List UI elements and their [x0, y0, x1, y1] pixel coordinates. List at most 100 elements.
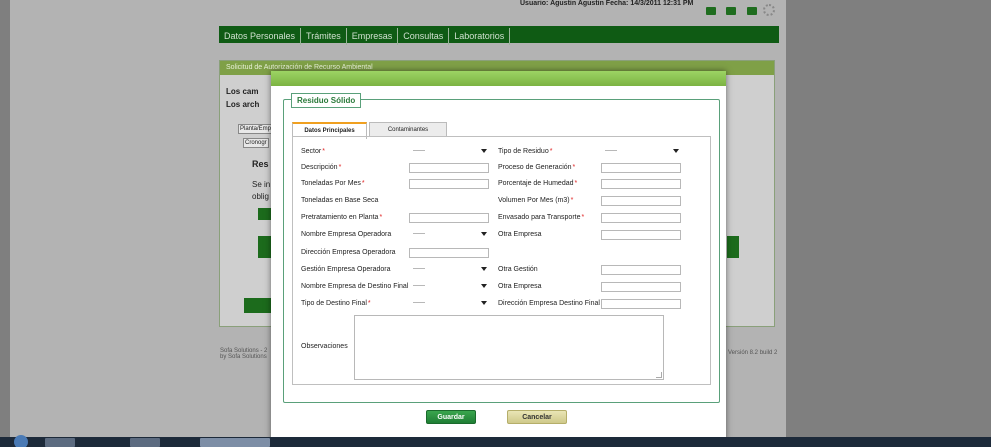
left-field-label: Sector* — [301, 148, 325, 155]
right-text-input[interactable] — [601, 179, 681, 189]
required-marker: * — [367, 300, 371, 307]
select-value: ------ — [605, 148, 617, 154]
dropdown-arrow-icon[interactable] — [481, 232, 487, 236]
select-value: ------ — [413, 148, 425, 154]
background-button-2 — [258, 236, 271, 258]
right-select[interactable]: ------ — [601, 147, 681, 157]
field-label-text: Otra Gestión — [498, 266, 538, 273]
left-field-label: Nombre Empresa Operadora — [301, 231, 391, 238]
field-label-text: Descripción — [301, 164, 338, 171]
left-field-label: Descripción* — [301, 164, 341, 171]
fieldset-title: Residuo Sólido — [291, 93, 362, 108]
field-label-text: Proceso de Generación — [498, 164, 572, 171]
field-label-text: Envasado para Transporte — [498, 214, 581, 221]
nav-consultas[interactable]: Consultas — [398, 28, 450, 45]
right-text-input[interactable] — [601, 196, 681, 206]
observations-textarea[interactable] — [354, 315, 664, 380]
right-field-label: Proceso de Generación* — [498, 164, 575, 171]
nav-tramites[interactable]: Trámites — [301, 28, 347, 45]
loading-spinner-icon — [763, 4, 775, 16]
left-select[interactable]: ------ — [409, 230, 489, 240]
background-button-1 — [258, 208, 271, 220]
field-label-text: Pretratamiento en Planta — [301, 214, 379, 221]
left-field-label: Pretratamiento en Planta* — [301, 214, 382, 221]
dropdown-arrow-icon[interactable] — [481, 267, 487, 271]
left-field-label: Gestión Empresa Operadora — [301, 266, 391, 273]
left-text-input[interactable] — [409, 179, 489, 189]
user-info: Usuario: Agustin Agustin Fecha: 14/3/201… — [520, 0, 694, 7]
left-text-input[interactable] — [409, 213, 489, 223]
field-label-text: Tipo de Residuo — [498, 148, 549, 155]
taskbar-item[interactable] — [45, 438, 75, 447]
background-button-3 — [727, 236, 739, 258]
background-sub-text-1: Se in — [252, 180, 271, 189]
select-value: ------ — [413, 266, 425, 272]
left-field-label: Toneladas Por Mes* — [301, 180, 365, 187]
start-button-icon[interactable] — [14, 435, 28, 447]
required-marker: * — [572, 164, 576, 171]
left-field-label: Nombre Empresa de Destino Final — [301, 283, 408, 290]
nav-empresas[interactable]: Empresas — [347, 28, 399, 45]
nav-laboratorios[interactable]: Laboratorios — [449, 28, 511, 45]
dropdown-arrow-icon[interactable] — [481, 149, 487, 153]
background-footer-left: Sofa Solutions - 2 by Sofa Solutions — [220, 348, 268, 360]
left-select[interactable]: ------ — [409, 299, 489, 309]
taskbar — [0, 435, 991, 447]
field-label-text: Dirección Empresa Destino Final — [498, 300, 600, 307]
required-marker: * — [361, 180, 365, 187]
right-field-label: Otra Gestión — [498, 266, 538, 273]
right-text-input[interactable] — [601, 163, 681, 173]
right-field-label: Volumen Por Mes (m3)* — [498, 197, 573, 204]
left-text-input[interactable] — [409, 248, 489, 258]
background-text-2: Los arch — [226, 100, 260, 109]
mail-icon[interactable] — [726, 7, 737, 15]
background-tab-2[interactable]: Cronogr — [243, 138, 269, 148]
right-field-label: Dirección Empresa Destino Final — [498, 300, 600, 307]
background-tab-1[interactable]: Planta/Emp — [238, 124, 274, 134]
field-label-text: Otra Empresa — [498, 231, 542, 238]
required-marker: * — [574, 180, 578, 187]
background-text-1: Los cam — [226, 87, 259, 96]
nav-datos-personales[interactable]: Datos Personales — [219, 28, 302, 45]
right-field-label: Envasado para Transporte* — [498, 214, 584, 221]
left-select[interactable]: ------ — [409, 282, 489, 292]
field-label-text: Gestión Empresa Operadora — [301, 266, 391, 273]
background-footer-right: Versión 8.2 build 2 — [728, 350, 778, 356]
field-label-text: Sector — [301, 148, 322, 155]
required-marker: * — [549, 148, 553, 155]
resize-handle-icon[interactable] — [656, 372, 662, 378]
required-marker: * — [338, 164, 342, 171]
taskbar-item[interactable] — [130, 438, 160, 447]
dropdown-arrow-icon[interactable] — [481, 301, 487, 305]
field-label-text: Porcentaje de Humedad — [498, 180, 574, 187]
select-value: ------ — [413, 300, 425, 306]
left-select[interactable]: ------ — [409, 147, 489, 157]
right-text-input[interactable] — [601, 282, 681, 292]
help-icon[interactable] — [746, 7, 757, 15]
right-field-label: Otra Empresa — [498, 231, 542, 238]
field-label-text: Toneladas Por Mes — [301, 180, 361, 187]
required-marker: * — [322, 148, 325, 155]
field-label-text: Otra Empresa — [498, 283, 542, 290]
select-value: ------ — [413, 283, 425, 289]
dropdown-arrow-icon[interactable] — [481, 284, 487, 288]
left-text-input[interactable] — [409, 163, 489, 173]
background-sub-heading: Res — [252, 159, 269, 169]
tab-contaminantes[interactable]: Contaminantes — [369, 122, 447, 137]
dropdown-arrow-icon[interactable] — [673, 149, 679, 153]
right-text-input[interactable] — [601, 230, 681, 240]
cancel-button[interactable]: Cancelar — [507, 410, 567, 424]
taskbar-item-active[interactable] — [200, 438, 270, 447]
left-field-label: Tipo de Destino Final* — [301, 300, 371, 307]
home-icon[interactable] — [706, 7, 716, 15]
required-marker: * — [570, 197, 574, 204]
background-sub-text-2: oblig — [252, 192, 269, 201]
background-button-4 — [244, 298, 272, 313]
right-text-input[interactable] — [601, 213, 681, 223]
left-select[interactable]: ------ — [409, 265, 489, 275]
field-label-text: Nombre Empresa Operadora — [301, 231, 392, 238]
right-field-label: Otra Empresa — [498, 283, 542, 290]
right-text-input[interactable] — [601, 265, 681, 275]
right-text-input[interactable] — [601, 299, 681, 309]
save-button[interactable]: Guardar — [426, 410, 476, 424]
